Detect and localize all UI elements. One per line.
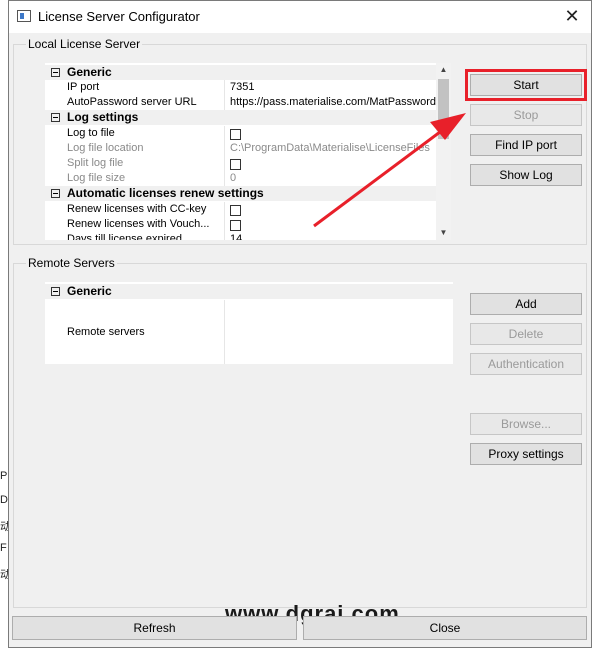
property-row[interactable]: Split log file xyxy=(45,156,451,171)
log-file-location-value[interactable]: C:\ProgramData\Materialise\LicenseFiles xyxy=(224,141,430,156)
collapse-icon[interactable] xyxy=(51,68,60,77)
start-button[interactable]: Start xyxy=(465,69,587,101)
split-log-file-checkbox[interactable] xyxy=(224,156,241,171)
window-title: License Server Configurator xyxy=(38,9,200,24)
collapse-icon[interactable] xyxy=(51,287,60,296)
property-row[interactable]: Days till license expired 14 xyxy=(45,232,451,240)
log-file-size-value[interactable]: 0 xyxy=(224,171,236,186)
property-row[interactable]: AutoPassword server URL https://pass.mat… xyxy=(45,95,451,110)
title-bar[interactable]: License Server Configurator ✕ xyxy=(9,1,591,33)
local-property-grid[interactable]: Generic IP port 7351 AutoPassword server… xyxy=(45,63,451,240)
remote-servers-value[interactable] xyxy=(224,300,230,364)
show-log-button[interactable]: Show Log xyxy=(470,164,582,186)
property-row[interactable]: IP port 7351 xyxy=(45,80,451,95)
close-button[interactable]: Close xyxy=(303,616,587,640)
app-icon xyxy=(17,10,31,22)
license-server-configurator-window: License Server Configurator ✕ Local Lice… xyxy=(8,0,592,648)
close-icon[interactable]: ✕ xyxy=(561,5,583,27)
scroll-down-icon[interactable]: ▼ xyxy=(436,226,451,240)
category-auto-renew[interactable]: Automatic licenses renew settings xyxy=(45,186,451,201)
remote-servers-group: Remote Servers Generic Remote servers Ad… xyxy=(13,256,587,608)
proxy-settings-button[interactable]: Proxy settings xyxy=(470,443,582,465)
property-row[interactable]: Remote servers xyxy=(45,300,453,364)
remote-property-grid[interactable]: Generic Remote servers xyxy=(45,282,453,364)
vertical-scrollbar[interactable]: ▲ ▼ xyxy=(436,63,451,240)
log-to-file-checkbox[interactable] xyxy=(224,126,241,141)
group-title: Local License Server xyxy=(26,37,143,51)
background-text: 动 xyxy=(0,521,8,533)
category-generic[interactable]: Generic xyxy=(45,65,451,80)
renew-voucher-checkbox[interactable] xyxy=(224,217,241,232)
property-row[interactable]: Renew licenses with Vouch... xyxy=(45,217,451,232)
property-row[interactable]: Log file location C:\ProgramData\Materia… xyxy=(45,141,451,156)
authentication-button[interactable]: Authentication xyxy=(470,353,582,375)
ip-port-value[interactable]: 7351 xyxy=(224,80,254,95)
local-license-server-group: Local License Server Generic IP port 735… xyxy=(13,37,587,245)
stop-button[interactable]: Stop xyxy=(470,104,582,126)
delete-button[interactable]: Delete xyxy=(470,323,582,345)
browse-button[interactable]: Browse... xyxy=(470,413,582,435)
collapse-icon[interactable] xyxy=(51,189,60,198)
property-row[interactable]: Renew licenses with CC-key xyxy=(45,202,451,217)
category-generic[interactable]: Generic xyxy=(45,284,453,299)
refresh-button[interactable]: Refresh xyxy=(12,616,297,640)
add-button[interactable]: Add xyxy=(470,293,582,315)
find-ip-port-button[interactable]: Find IP port xyxy=(470,134,582,156)
collapse-icon[interactable] xyxy=(51,113,60,122)
group-title: Remote Servers xyxy=(26,256,117,270)
property-row[interactable]: Log file size 0 xyxy=(45,171,451,186)
background-text: P xyxy=(0,470,8,482)
scroll-up-icon[interactable]: ▲ xyxy=(436,63,451,77)
background-text: F xyxy=(0,542,7,554)
category-log-settings[interactable]: Log settings xyxy=(45,110,451,125)
days-till-expired-value[interactable]: 14 xyxy=(224,232,242,240)
background-text: 动 xyxy=(0,569,8,581)
autopassword-url-value[interactable]: https://pass.materialise.com/MatPassword… xyxy=(224,95,451,110)
scroll-thumb[interactable] xyxy=(438,79,449,139)
property-row[interactable]: Log to file xyxy=(45,126,451,141)
background-text: D xyxy=(0,494,8,506)
renew-cc-key-checkbox[interactable] xyxy=(224,202,241,217)
